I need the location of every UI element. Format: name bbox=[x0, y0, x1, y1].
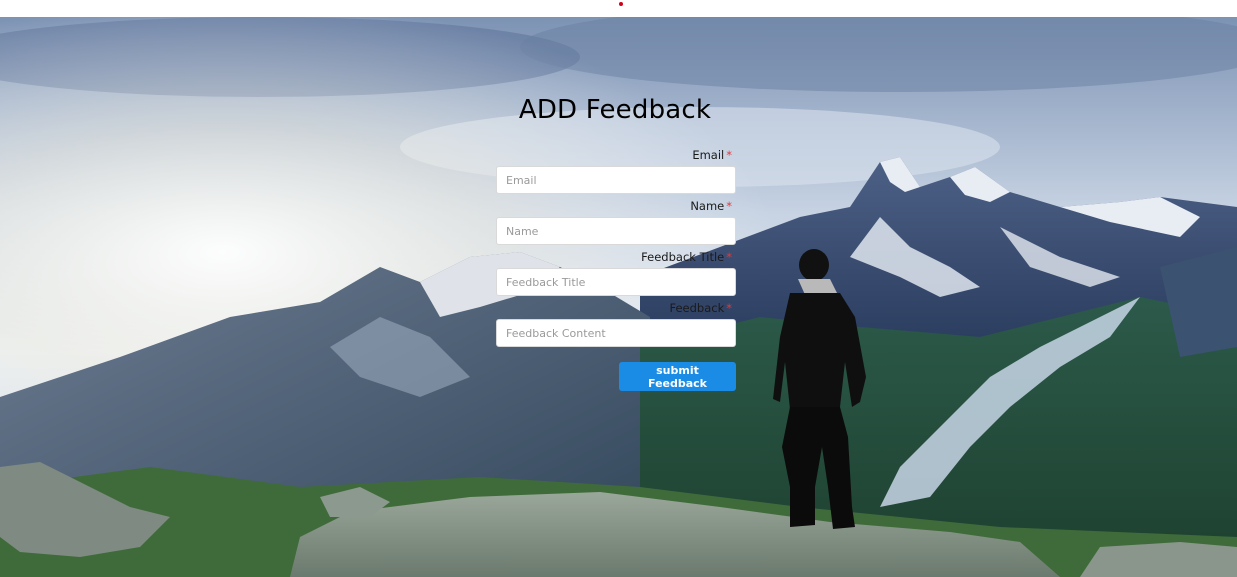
name-field-row: Name * bbox=[496, 197, 736, 248]
feedback-title-field-row: Feedback Title * bbox=[496, 248, 736, 299]
feedback-content-input[interactable] bbox=[496, 319, 736, 347]
name-label: Name * bbox=[496, 197, 736, 217]
email-input[interactable] bbox=[496, 166, 736, 194]
feedback-content-field-row: Feedback * bbox=[496, 299, 736, 350]
email-field-row: Email * bbox=[496, 146, 736, 197]
email-label: Email * bbox=[496, 146, 736, 166]
required-mark: * bbox=[726, 301, 732, 315]
name-input[interactable] bbox=[496, 217, 736, 245]
feedback-title-label-text: Feedback Title bbox=[641, 250, 725, 264]
name-label-text: Name bbox=[690, 199, 725, 213]
feedback-title-label: Feedback Title * bbox=[496, 248, 736, 268]
required-mark: * bbox=[726, 199, 732, 213]
feedback-content-label: Feedback * bbox=[496, 299, 736, 319]
feedback-content-label-text: Feedback bbox=[669, 301, 725, 315]
page-title: ADD Feedback bbox=[518, 95, 712, 125]
submit-feedback-button[interactable]: submit Feedback bbox=[619, 362, 736, 391]
feedback-title-input[interactable] bbox=[496, 268, 736, 296]
email-label-text: Email bbox=[692, 148, 725, 162]
loading-indicator-dot bbox=[619, 2, 623, 6]
required-mark: * bbox=[726, 250, 732, 264]
feedback-form: Email* Name* Feedback Title* Feedback* bbox=[496, 146, 736, 350]
required-mark: * bbox=[726, 148, 732, 162]
top-bar bbox=[0, 0, 1237, 17]
